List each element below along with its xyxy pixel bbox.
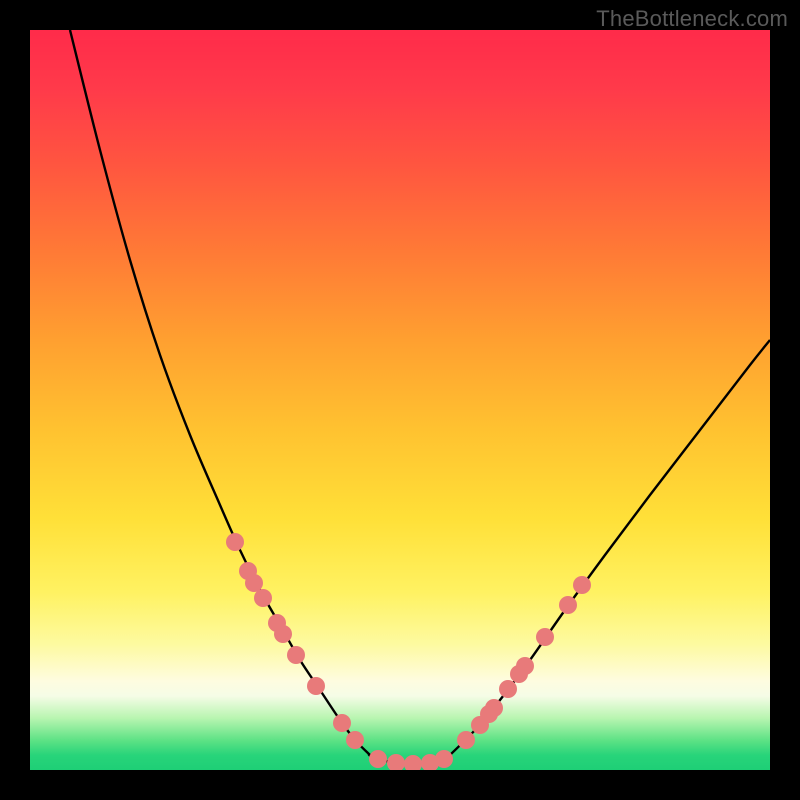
data-marker — [485, 699, 503, 717]
curve-svg — [30, 30, 770, 770]
data-marker — [254, 589, 272, 607]
data-marker — [435, 750, 453, 768]
data-marker — [457, 731, 475, 749]
data-marker — [226, 533, 244, 551]
data-marker — [404, 755, 422, 770]
plot-area — [30, 30, 770, 770]
data-marker — [573, 576, 591, 594]
data-marker — [387, 754, 405, 770]
data-marker — [274, 625, 292, 643]
data-marker — [516, 657, 534, 675]
data-marker — [499, 680, 517, 698]
chart-container: TheBottleneck.com — [0, 0, 800, 800]
bottleneck-curve — [70, 30, 770, 764]
data-marker — [333, 714, 351, 732]
data-marker — [307, 677, 325, 695]
data-marker — [245, 574, 263, 592]
data-marker — [536, 628, 554, 646]
data-marker — [346, 731, 364, 749]
data-marker — [287, 646, 305, 664]
data-marker — [559, 596, 577, 614]
watermark-text: TheBottleneck.com — [596, 6, 788, 32]
data-marker — [369, 750, 387, 768]
